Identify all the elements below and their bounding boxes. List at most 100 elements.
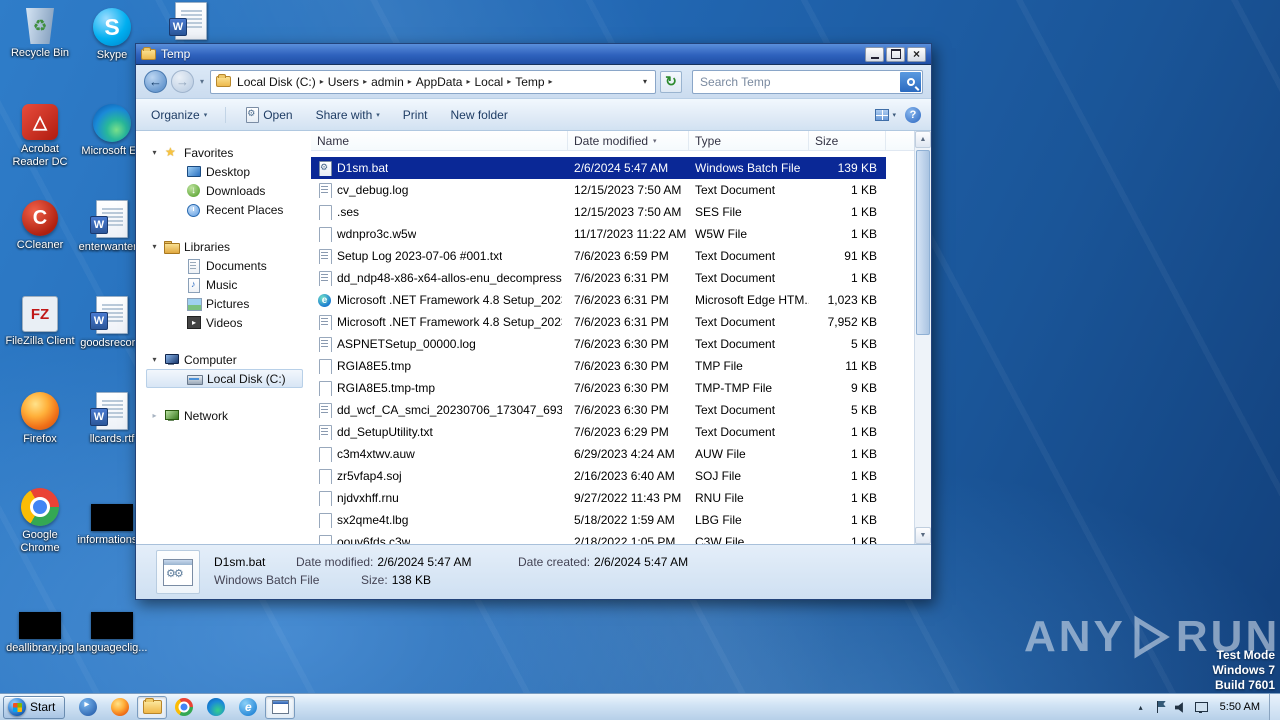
maximize-button[interactable] xyxy=(886,46,905,62)
desktop-icon-label: Acrobat Reader DC xyxy=(12,143,68,168)
file-row[interactable]: Microsoft .NET Framework 4.8 Setup_20230… xyxy=(311,311,886,333)
scroll-down-icon[interactable] xyxy=(915,527,931,544)
change-view-button[interactable] xyxy=(875,108,896,121)
taskbar-button-firefox[interactable] xyxy=(105,696,135,719)
sidebar-item-pictures[interactable]: Pictures xyxy=(146,294,311,313)
breadcrumb-segment[interactable]: Local Disk (C:) xyxy=(234,75,319,89)
sidebar-item-desktop[interactable]: Desktop xyxy=(146,162,311,181)
sidebar-item-videos[interactable]: Videos xyxy=(146,313,311,332)
forward-button[interactable] xyxy=(171,70,194,93)
scrollbar-thumb[interactable] xyxy=(916,150,930,335)
details-file-type: Windows Batch File xyxy=(214,573,320,587)
desktop-icon-recycle-bin[interactable]: Recycle Bin xyxy=(4,8,76,104)
back-button[interactable] xyxy=(144,70,167,93)
address-toolbar: Local Disk (C:)▸Users▸admin▸AppData▸Loca… xyxy=(136,65,931,99)
file-row[interactable]: ASPNETSetup_00000.log 7/6/2023 6:30 PM Tex… xyxy=(311,333,886,355)
desktop-icon-google-chrome[interactable]: Google Chrome xyxy=(4,488,76,584)
clock[interactable]: 5:50 AM xyxy=(1211,701,1269,713)
sidebar-item-network[interactable]: ▸ Network xyxy=(146,406,311,425)
details-date-modified: Date modified: 2/6/2024 5:47 AM xyxy=(296,555,471,569)
show-desktop-button[interactable] xyxy=(1269,694,1280,720)
file-row[interactable]: zr5vfap4.soj 2/16/2023 6:40 AM SOJ File 1 K… xyxy=(311,465,886,487)
file-row[interactable]: njdvxhff.rnu 9/27/2022 11:43 PM RNU File 1 … xyxy=(311,487,886,509)
taskbar-button-google-chrome[interactable] xyxy=(169,696,199,719)
file-date-modified: 7/6/2023 6:30 PM xyxy=(574,359,669,373)
share-with-menu[interactable]: Share with xyxy=(311,105,385,125)
file-row[interactable]: RGIA8E5.tmp 7/6/2023 6:30 PM TMP File 11 KB xyxy=(311,355,886,377)
title-bar[interactable]: Temp xyxy=(136,44,931,65)
file-row[interactable]: cv_debug.log 12/15/2023 7:50 AM Text Docum… xyxy=(311,179,886,201)
taskbar-button-windows-explorer[interactable] xyxy=(137,695,168,719)
taskbar-button-temp-window-task[interactable] xyxy=(265,695,296,719)
breadcrumb-segment[interactable]: AppData xyxy=(413,75,466,89)
sidebar-item-favorites[interactable]: ▾ Favorites xyxy=(146,143,311,162)
sidebar-item-documents[interactable]: Documents xyxy=(146,256,311,275)
file-row[interactable]: Setup Log 2023-07-06 #001.txt 7/6/2023 6:… xyxy=(311,245,886,267)
refresh-button[interactable] xyxy=(660,70,683,93)
address-bar[interactable]: Local Disk (C:) ▸ Users ▸ admin ▸ AppData ▸ Loca… xyxy=(210,69,657,94)
file-row[interactable]: wdnpro3c.w5w 11/17/2023 11:22 AM W5W File 1… xyxy=(311,223,886,245)
sidebar-item-computer[interactable]: ▾ Computer xyxy=(146,350,311,369)
desktop-icon-ccleaner[interactable]: CCleaner xyxy=(4,200,76,296)
file-size: 1 KB xyxy=(850,183,877,197)
search-icon[interactable] xyxy=(900,71,921,92)
volume-icon[interactable] xyxy=(1173,699,1189,715)
search-box[interactable] xyxy=(692,69,923,94)
breadcrumb-segment[interactable]: Users xyxy=(325,75,362,89)
column-header-name[interactable]: Name xyxy=(311,131,568,150)
sidebar-item-libraries[interactable]: ▾ Libraries xyxy=(146,237,311,256)
anyrun-play-icon xyxy=(1134,615,1170,659)
sidebar-item-music[interactable]: Music xyxy=(146,275,311,294)
desktop-icon-firefox[interactable]: Firefox xyxy=(4,392,76,488)
organize-menu[interactable]: Organize xyxy=(146,105,212,125)
sidebar-item-downloads[interactable]: Downloads xyxy=(146,181,311,200)
search-input[interactable] xyxy=(693,74,922,89)
file-date-modified: 2/6/2024 5:47 AM xyxy=(574,161,669,175)
file-list-pane: Name Date modified Type Size D1sm.bat 2/6… xyxy=(311,131,931,544)
network-icon[interactable] xyxy=(1193,699,1209,715)
breadcrumb-segment[interactable]: Local xyxy=(472,75,507,89)
file-row[interactable]: oouv6fds.c3w 2/18/2022 1:05 PM C3W File 1 K… xyxy=(311,531,886,544)
file-row[interactable]: sx2qme4t.lbg 5/18/2022 1:59 AM LBG File 1 K… xyxy=(311,509,886,531)
address-dropdown-icon[interactable] xyxy=(640,77,650,86)
column-header-date-modified[interactable]: Date modified xyxy=(568,131,689,150)
file-size: 7,952 KB xyxy=(827,315,877,329)
file-row[interactable]: Microsoft .NET Framework 4.8 Setup_20230… xyxy=(311,289,886,311)
file-row[interactable]: .ses 12/15/2023 7:50 AM SES File 1 KB xyxy=(311,201,886,223)
new-folder-button[interactable]: New folder xyxy=(445,105,512,125)
vertical-scrollbar[interactable] xyxy=(914,131,931,544)
file-row[interactable]: c3m4xtwv.auw 6/29/2023 4:24 AM AUW File 1 K… xyxy=(311,443,886,465)
action-center-flag-icon[interactable] xyxy=(1153,699,1169,715)
breadcrumb-segment[interactable]: admin xyxy=(368,75,407,89)
start-label: Start xyxy=(30,700,56,714)
file-row[interactable]: RGIA8E5.tmp-tmp 7/6/2023 6:30 PM TMP-TMP F… xyxy=(311,377,886,399)
start-button[interactable]: Start xyxy=(3,695,66,719)
desktop-icon-label: deallibrary.jpg xyxy=(6,642,74,654)
taskbar-button-windows-media-player[interactable] xyxy=(73,696,103,719)
open-button[interactable]: Open xyxy=(239,104,297,125)
taskbar-button-microsoft-edge[interactable] xyxy=(201,696,231,719)
file-row[interactable]: dd_SetupUtility.txt 7/6/2023 6:29 PM Text … xyxy=(311,421,886,443)
desktop-icon-filezilla[interactable]: FileZilla Client xyxy=(4,296,76,392)
help-button[interactable] xyxy=(905,106,921,123)
sidebar-item-local-disk-c[interactable]: Local Disk (C:) xyxy=(146,369,303,388)
taskbar-button-internet-explorer[interactable] xyxy=(233,696,263,719)
minimize-button[interactable] xyxy=(865,46,884,62)
breadcrumb-segment[interactable]: Temp xyxy=(512,75,547,89)
file-row[interactable]: dd_wcf_CA_smci_20230706_173047_693.txt 7/… xyxy=(311,399,886,421)
edge-file-icon xyxy=(317,293,332,308)
column-header-size[interactable]: Size xyxy=(809,131,886,150)
scroll-up-icon[interactable] xyxy=(915,131,931,148)
sidebar-item-recent-places[interactable]: Recent Places xyxy=(146,200,311,219)
file-name: D1sm.bat xyxy=(337,161,389,175)
close-button[interactable] xyxy=(907,46,926,62)
hidden-icons-icon[interactable] xyxy=(1133,699,1149,715)
file-row[interactable]: dd_ndp48-x86-x64-allos-enu_decompression… xyxy=(311,267,886,289)
recent-pages-dropdown-icon[interactable] xyxy=(198,77,206,86)
column-header-type[interactable]: Type xyxy=(689,131,809,150)
file-size: 1 KB xyxy=(850,447,877,461)
desktop-icon-acrobat-reader[interactable]: Acrobat Reader DC xyxy=(4,104,76,200)
sidebar-item-label: Pictures xyxy=(206,296,250,311)
file-row[interactable]: D1sm.bat 2/6/2024 5:47 AM Windows Batch Fi… xyxy=(311,157,886,179)
print-button[interactable]: Print xyxy=(398,105,433,125)
